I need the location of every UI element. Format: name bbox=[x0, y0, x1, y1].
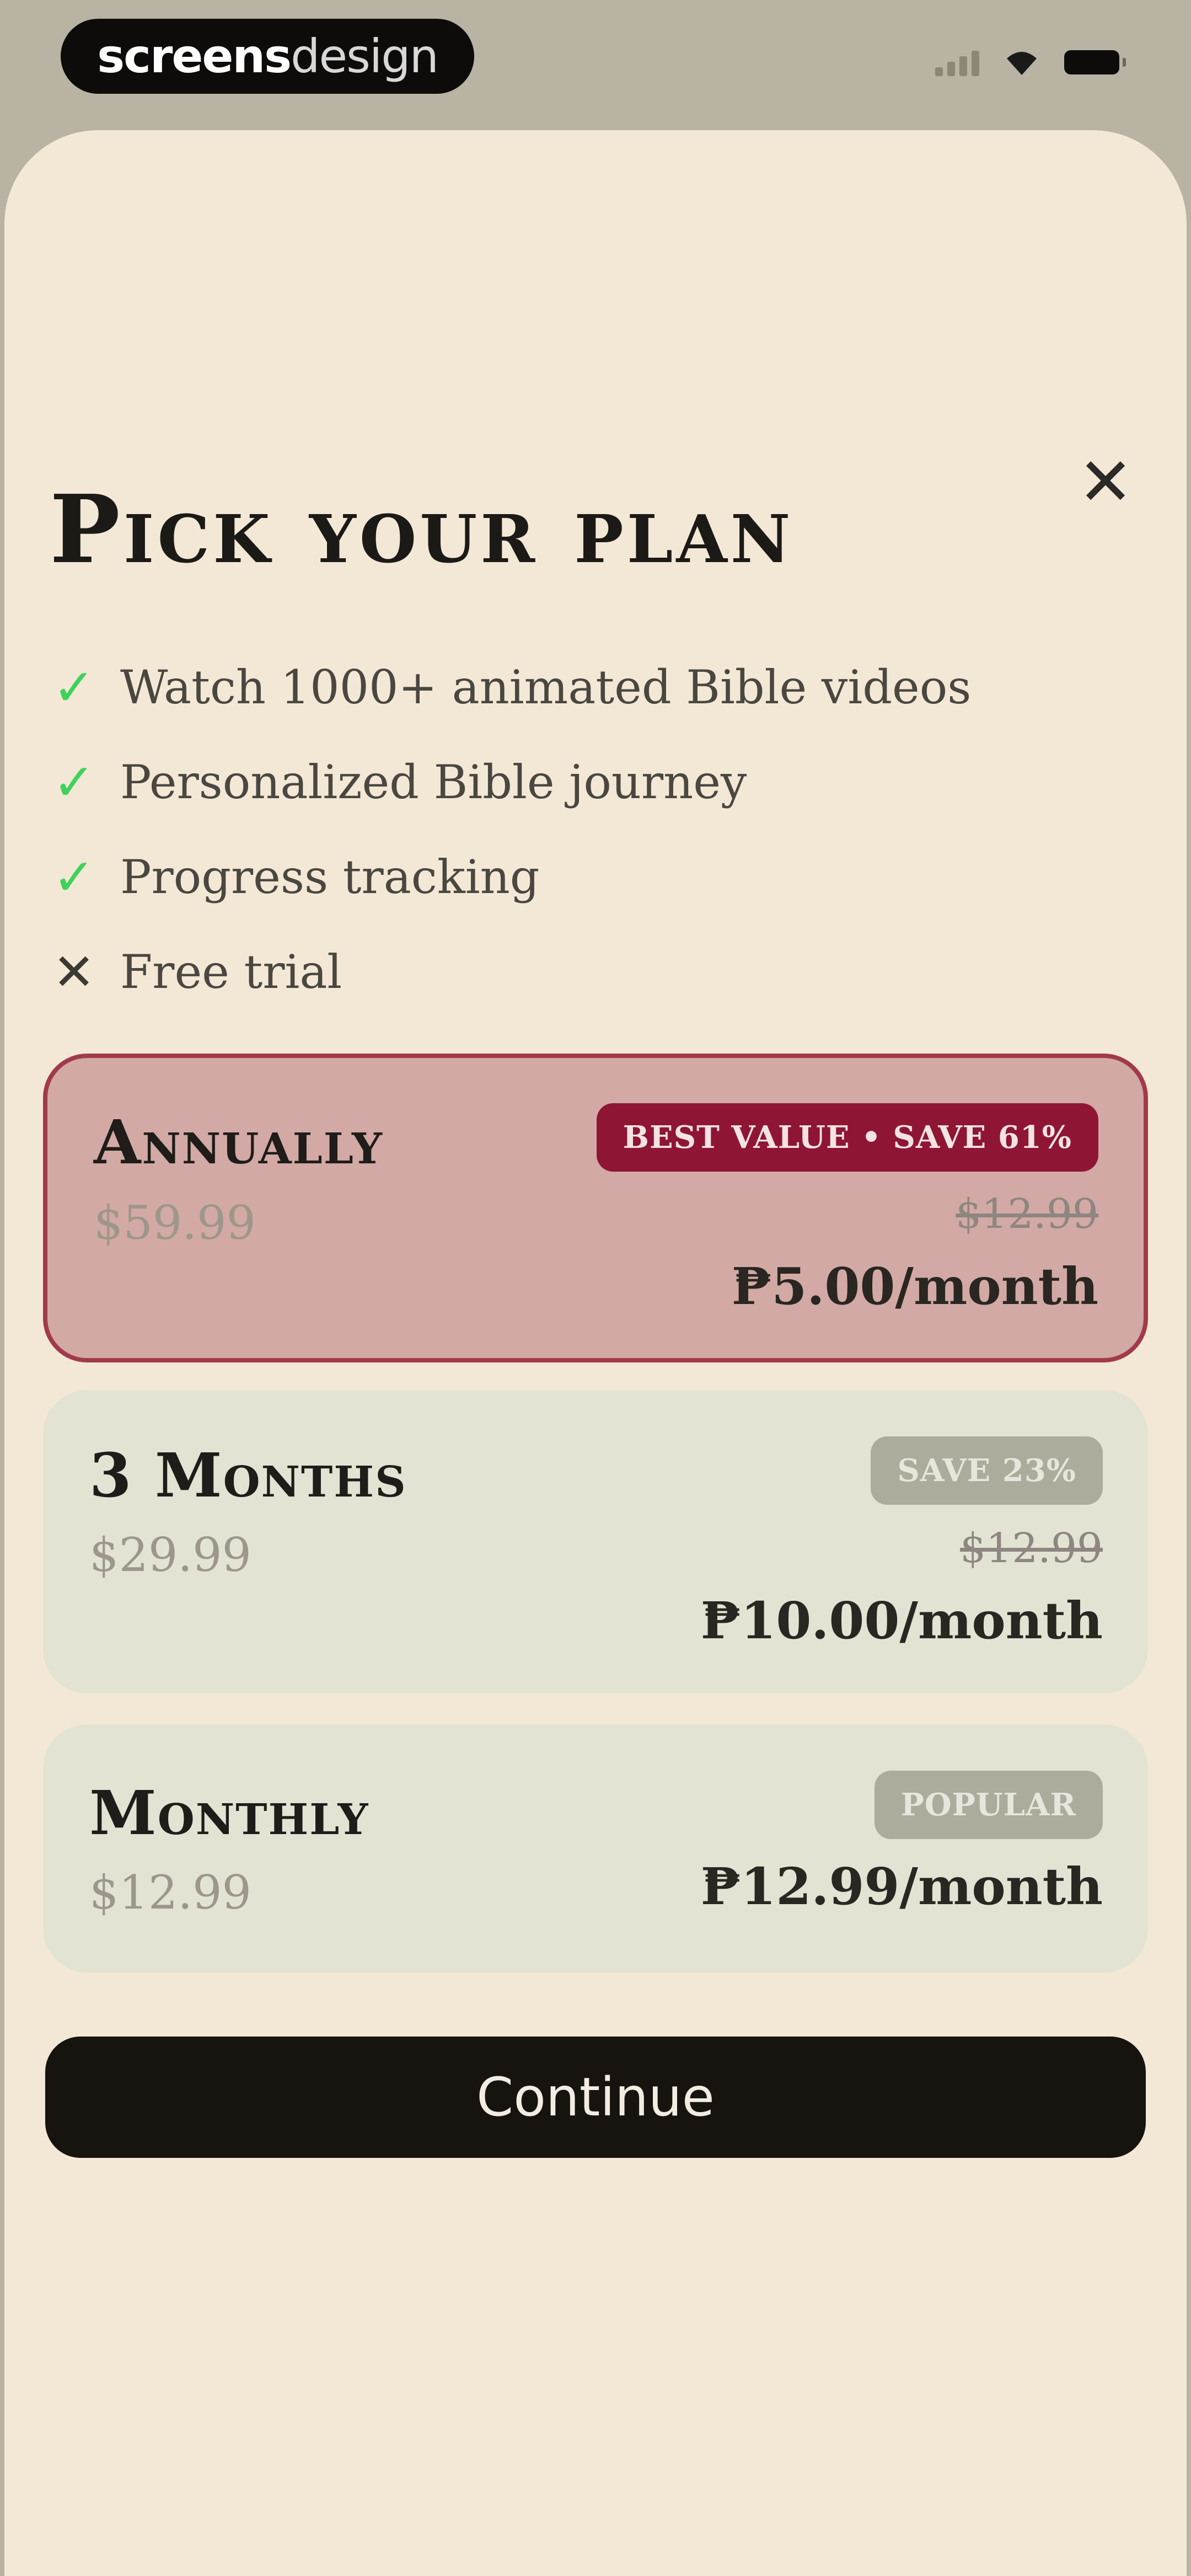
feature-text: Personalized Bible journey bbox=[120, 755, 747, 809]
plan-total-price: $12.99 bbox=[89, 1866, 251, 1920]
plan-total-price: $29.99 bbox=[89, 1528, 251, 1582]
status-bar: screens design bbox=[0, 0, 1191, 121]
feature-item: ✕ Free trial bbox=[46, 924, 1094, 1019]
feature-text: Watch 1000+ animated Bible videos bbox=[120, 660, 972, 714]
continue-button[interactable]: Continue bbox=[45, 2037, 1146, 2158]
plan-name: Monthly bbox=[89, 1777, 369, 1848]
status-icons bbox=[935, 49, 1126, 76]
logo-text-part1: screens bbox=[97, 29, 292, 83]
screen: screens design ✕ Pick your plan ✓ Watch 1… bbox=[0, 0, 1191, 2576]
feature-text: Progress tracking bbox=[120, 850, 540, 904]
logo-text-part2: design bbox=[291, 29, 439, 83]
feature-list: ✓ Watch 1000+ animated Bible videos ✓ Pe… bbox=[46, 640, 1094, 1019]
feature-item: ✓ Progress tracking bbox=[46, 830, 1094, 924]
save-badge: SAVE 23% bbox=[871, 1436, 1103, 1505]
feature-text: Free trial bbox=[120, 945, 342, 999]
plan-option-monthly[interactable]: Monthly $12.99 POPULAR ₱12.99/month bbox=[43, 1724, 1148, 1973]
per-month-price: ₱10.00/month bbox=[700, 1591, 1103, 1650]
screensdesign-logo: screens design bbox=[61, 19, 474, 94]
cellular-signal-icon bbox=[935, 49, 979, 76]
battery-icon bbox=[1064, 50, 1126, 74]
close-button[interactable]: ✕ bbox=[1075, 444, 1136, 521]
check-icon: ✓ bbox=[52, 847, 95, 907]
cross-icon: ✕ bbox=[52, 942, 95, 1002]
plan-option-annually[interactable]: Annually $59.99 BEST VALUE • SAVE 61% $1… bbox=[43, 1054, 1148, 1362]
per-month-price: ₱5.00/month bbox=[731, 1257, 1098, 1316]
original-price: $12.99 bbox=[960, 1525, 1103, 1572]
plan-name: 3 Months bbox=[89, 1440, 407, 1511]
continue-button-label: Continue bbox=[476, 2066, 715, 2128]
popular-badge: POPULAR bbox=[874, 1771, 1103, 1839]
wifi-icon bbox=[1007, 52, 1037, 75]
feature-item: ✓ Personalized Bible journey bbox=[46, 735, 1094, 830]
close-icon: ✕ bbox=[1077, 444, 1134, 521]
original-price: $12.99 bbox=[956, 1190, 1098, 1238]
per-month-price: ₱12.99/month bbox=[700, 1857, 1103, 1916]
plan-name: Annually bbox=[94, 1107, 383, 1178]
plan-total-price: $59.99 bbox=[94, 1196, 256, 1250]
plan-option-3-months[interactable]: 3 Months $29.99 SAVE 23% $12.99 ₱10.00/m… bbox=[43, 1390, 1148, 1693]
check-icon: ✓ bbox=[52, 752, 95, 812]
best-value-badge: BEST VALUE • SAVE 61% bbox=[596, 1103, 1098, 1172]
page-title: Pick your plan bbox=[50, 474, 794, 585]
feature-item: ✓ Watch 1000+ animated Bible videos bbox=[46, 640, 1094, 735]
check-icon: ✓ bbox=[52, 658, 95, 717]
